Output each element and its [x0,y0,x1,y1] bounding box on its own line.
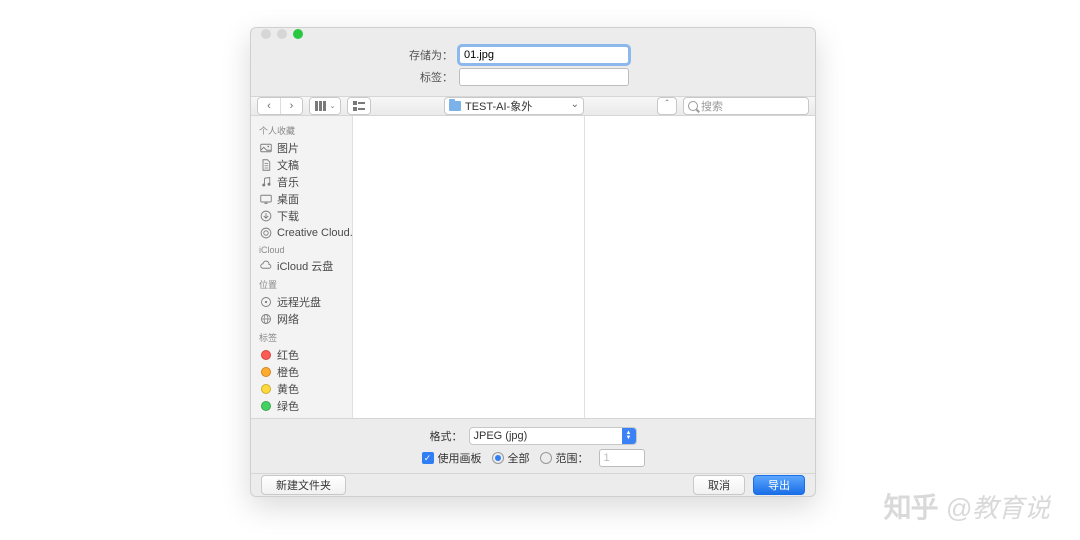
back-button[interactable]: ‹ [258,98,280,114]
sidebar-item[interactable]: Creative Cloud... [251,224,352,241]
photos-icon [259,141,272,154]
close-icon[interactable] [261,29,271,39]
range-label: 范围： [556,450,589,466]
sidebar-item-label: 红色 [277,347,299,363]
sidebar-item[interactable]: 网络 [251,310,352,327]
forward-button[interactable]: › [280,98,302,114]
sidebar: 个人收藏图片文稿音乐桌面下载 Creative Cloud... iCloudiCl… [251,116,353,418]
search-input[interactable]: 搜索 [683,97,809,115]
sidebar-item-label: iCloud 云盘 [277,258,333,274]
sidebar-item[interactable]: 图片 [251,139,352,156]
search-placeholder: 搜索 [701,98,723,114]
format-popup[interactable]: JPEG (jpg) ▲▼ [469,427,637,445]
save-as-label: 存储为： [251,47,459,63]
radio-off-icon [540,452,552,464]
desktop-icon [259,192,272,205]
tag-dot [259,399,272,412]
view-mode[interactable]: ⌄ [309,97,341,115]
cancel-button[interactable]: 取消 [693,475,745,495]
sidebar-item-label: 网络 [277,311,299,327]
sidebar-item-label: Creative Cloud... [277,227,352,239]
range-input [599,449,645,467]
titlebar [251,28,815,40]
tag-dot [259,382,272,395]
file-browser: 个人收藏图片文稿音乐桌面下载 Creative Cloud... iCloudiCl… [251,116,815,419]
nav-back-forward: ‹ › [257,97,303,115]
save-dialog: 存储为： 标签： ‹ › ⌄ TEST-AI-象外 ＾ [250,27,816,497]
sidebar-item[interactable]: 文稿 [251,156,352,173]
sidebar-item[interactable]: 橙色 [251,363,352,380]
up-button[interactable]: ＾ [657,97,677,115]
music-icon [259,175,272,188]
button-bar: 新建文件夹 取消 导出 [251,473,815,496]
checkbox-checked-icon: ✓ [422,452,434,464]
sidebar-item-label: 桌面 [277,191,299,207]
group-icon[interactable] [348,98,370,114]
sidebar-header: 位置 [251,274,352,293]
sidebar-item-label: 绿色 [277,398,299,414]
tags-input[interactable] [459,68,629,86]
zoom-icon[interactable] [293,29,303,39]
sidebar-item-label: 图片 [277,140,299,156]
network-icon [259,312,272,325]
range-all-radio[interactable]: 全部 [492,450,530,466]
sidebar-header: iCloud [251,241,352,257]
tags-label: 标签： [251,69,459,85]
format-label: 格式： [430,428,463,444]
watermark: 知乎 知乎 @教育说 @教育说 [884,486,1050,526]
all-label: 全部 [508,450,530,466]
sidebar-item[interactable]: 远程光盘 [251,293,352,310]
column-2[interactable] [585,116,816,418]
search-icon [688,101,698,111]
sidebar-item[interactable]: 黄色 [251,380,352,397]
columns-view-icon[interactable]: ⌄ [310,98,340,114]
sidebar-item[interactable]: 音乐 [251,173,352,190]
tag-dot [259,365,272,378]
sidebar-item[interactable]: iCloud 云盘 [251,257,352,274]
sidebar-item-label: 橙色 [277,364,299,380]
sidebar-item-label: 远程光盘 [277,294,321,310]
folder-popup[interactable]: TEST-AI-象外 [444,97,584,115]
options-panel: 格式： JPEG (jpg) ▲▼ ✓ 使用画板 全部 范围： [251,419,815,473]
icloud-icon [259,259,272,272]
sidebar-item-label: 下载 [277,208,299,224]
export-button[interactable]: 导出 [753,475,805,495]
current-folder-label: TEST-AI-象外 [465,98,532,114]
sidebar-item[interactable]: 桌面 [251,190,352,207]
column-1[interactable] [353,116,585,418]
tag-dot [259,348,272,361]
use-artboards-label: 使用画板 [438,450,482,466]
radio-on-icon [492,452,504,464]
save-as-input[interactable] [459,46,629,64]
toolbar: ‹ › ⌄ TEST-AI-象外 ＾ 搜索 [251,96,815,116]
use-artboards-checkbox[interactable]: ✓ 使用画板 [422,450,482,466]
zhihu-logo-icon: 知乎 [884,486,938,526]
disc-icon [259,295,272,308]
sidebar-item-label: 文稿 [277,157,299,173]
minimize-icon[interactable] [277,29,287,39]
cloud-files-icon [259,226,272,239]
downloads-icon [259,209,272,222]
format-value: JPEG (jpg) [474,430,528,442]
folder-icon [449,101,461,111]
sidebar-item[interactable]: 绿色 [251,397,352,414]
top-fields: 存储为： 标签： [251,40,815,96]
sidebar-item-label: 黄色 [277,381,299,397]
documents-icon [259,158,272,171]
sidebar-item[interactable]: 下载 [251,207,352,224]
group-by[interactable] [347,97,371,115]
chevron-up-down-icon: ▲▼ [622,428,636,444]
sidebar-item-label: 音乐 [277,174,299,190]
sidebar-item[interactable]: 红色 [251,346,352,363]
sidebar-header: 标签 [251,327,352,346]
new-folder-button[interactable]: 新建文件夹 [261,475,346,495]
range-custom-radio[interactable]: 范围： [540,450,589,466]
sidebar-header: 个人收藏 [251,120,352,139]
